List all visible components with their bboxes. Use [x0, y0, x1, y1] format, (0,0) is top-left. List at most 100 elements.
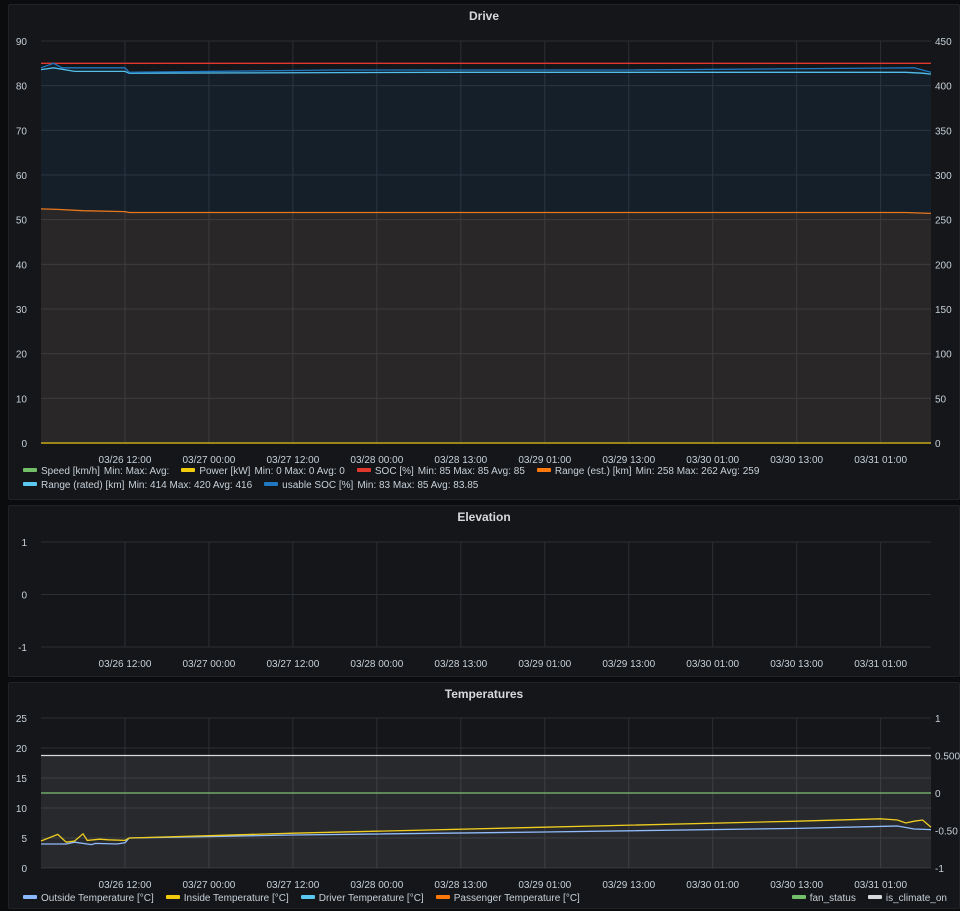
temperatures-legend-item-inside-temperature-c[interactable]: Inside Temperature [°C] [165, 892, 289, 906]
temperatures-area-is-climate-on [41, 755, 931, 868]
temperatures-y2-tick-label: -1 [935, 864, 944, 875]
temperatures-y-tick-label: 5 [21, 834, 27, 845]
temperatures-legend-item-passenger-temperature-c[interactable]: Passenger Temperature [°C] [435, 892, 580, 906]
elevation-x-tick-label: 03/29 01:00 [518, 659, 571, 670]
temperatures-x-tick-label: 03/31 01:00 [854, 880, 907, 891]
legend-label: is_climate_on [885, 893, 947, 904]
drive-y2-tick-label: 100 [935, 350, 952, 361]
legend-label: Speed [km/h] [41, 466, 100, 477]
temperatures-x-tick-label: 03/28 13:00 [434, 880, 487, 891]
legend-stats: Min: 414 Max: 420 Avg: 416 [128, 480, 253, 491]
drive-y2-tick-label: 150 [935, 305, 952, 316]
drive-legend-item-usable-soc[interactable]: usable SOC [%] Min: 83 Max: 85 Avg: 83.85 [264, 479, 478, 493]
temperatures-x-tick-label: 03/27 00:00 [183, 880, 236, 891]
temperatures-y2-tick-label: 1 [935, 714, 941, 725]
legend-label: Outside Temperature [°C] [41, 893, 154, 904]
temperatures-x-tick-label: 03/29 13:00 [602, 880, 655, 891]
legend-label: Range (rated) [km] [41, 480, 125, 491]
drive-y2-tick-label: 400 [935, 82, 952, 93]
drive-chart: 0 10 20 30 40 50 60 70 80 90 0 50 100 150 200 250 300 350… [16, 37, 952, 466]
legend-swatch [181, 468, 196, 473]
elevation-x-tick-label: 03/28 13:00 [434, 659, 487, 670]
legend-label: Driver Temperature [°C] [318, 893, 424, 904]
temperatures-x-tick-label: 03/30 13:00 [770, 880, 823, 891]
legend-swatch [536, 468, 551, 473]
legend-stats: Min: 85 Max: 85 Avg: 85 [417, 466, 525, 477]
elevation-x-tick-label: 03/30 01:00 [686, 659, 739, 670]
drive-y-tick-label: 40 [16, 260, 28, 271]
drive-panel: Drive 0 10 20 30 40 50 60 70 80 90 0 50 100 150 200 250… [8, 4, 960, 500]
legend-swatch [300, 895, 315, 900]
drive-legend: Speed [km/h] Min: Max: Avg: Power [kW] Min:… [23, 465, 953, 493]
drive-y-tick-label: 60 [16, 171, 28, 182]
temperatures-x-tick-label: 03/28 00:00 [350, 880, 403, 891]
elevation-panel: Elevation -1 0 1 03/26 12:00 03/27 00:00 03/2… [8, 505, 960, 677]
legend-label: Passenger Temperature [°C] [453, 893, 580, 904]
legend-stats: Min: 0 Max: 0 Avg: 0 [254, 466, 345, 477]
drive-y-tick-label: 50 [16, 216, 28, 227]
elevation-x-tick-label: 03/27 00:00 [183, 659, 236, 670]
temperatures-y-tick-label: 0 [21, 864, 27, 875]
drive-y-tick-label: 20 [16, 350, 28, 361]
temperatures-y-tick-label: 15 [16, 774, 28, 785]
temperatures-legend-item-is-climate-on[interactable]: is_climate_on [867, 892, 947, 906]
drive-legend-item-range-rated-km[interactable]: Range (rated) [km] Min: 414 Max: 420 Avg:… [23, 479, 252, 493]
drive-y2-tick-label: 0 [935, 439, 941, 450]
temperatures-y2-tick-label: 0 [935, 789, 941, 800]
elevation-x-tick-label: 03/29 13:00 [602, 659, 655, 670]
elevation-x-tick-label: 03/28 00:00 [350, 659, 403, 670]
legend-swatch [356, 468, 371, 473]
legend-swatch [23, 895, 37, 900]
elevation-y-tick-label: -1 [18, 643, 27, 654]
temperatures-panel: Temperatures 0 5 10 15 20 25 -1 -0.50 0 0.500 1 03/… [8, 682, 960, 909]
legend-swatch [165, 895, 180, 900]
temperatures-y-tick-label: 20 [16, 744, 28, 755]
legend-swatch [791, 895, 806, 900]
drive-legend-item-speed-km-h[interactable]: Speed [km/h] Min: Max: Avg: [23, 465, 169, 479]
drive-y-tick-label: 80 [16, 82, 28, 93]
temperatures-legend-item-driver-temperature-c[interactable]: Driver Temperature [°C] [300, 892, 424, 906]
temperatures-y-tick-label: 10 [16, 804, 28, 815]
drive-y-tick-label: 10 [16, 394, 28, 405]
drive-y2-tick-label: 50 [935, 394, 947, 405]
legend-swatch [23, 482, 37, 487]
legend-swatch [264, 482, 279, 487]
elevation-y-tick-label: 0 [21, 591, 27, 602]
drive-area-usable-soc [41, 63, 931, 444]
legend-swatch [435, 895, 450, 900]
temperatures-y-tick-label: 25 [16, 714, 28, 725]
legend-label: usable SOC [%] [282, 480, 354, 491]
legend-label: fan_status [809, 893, 856, 904]
drive-y2-tick-label: 200 [935, 260, 952, 271]
legend-label: Power [kW] [199, 466, 251, 477]
temperatures-legend: Outside Temperature [°C] Inside Temperatu… [23, 892, 592, 906]
temperatures-legend-right: fan_status is_climate_on [791, 892, 959, 906]
temperatures-legend-item-fan-status[interactable]: fan_status [791, 892, 856, 906]
drive-y-tick-label: 30 [16, 305, 28, 316]
legend-stats: Min: Max: Avg: [103, 466, 170, 477]
temperatures-chart: 0 5 10 15 20 25 -1 -0.50 0 0.500 1 03/26 12:00 03/27… [16, 714, 960, 891]
temperatures-x-tick-label: 03/26 12:00 [99, 880, 152, 891]
temperatures-x-tick-label: 03/30 01:00 [686, 880, 739, 891]
elevation-y-tick-label: 1 [21, 538, 27, 549]
temperatures-y2-tick-label: 0.500 [935, 752, 960, 763]
legend-label: Inside Temperature [°C] [183, 893, 289, 904]
drive-legend-item-soc[interactable]: SOC [%] Min: 85 Max: 85 Avg: 85 [356, 465, 525, 479]
drive-y2-tick-label: 300 [935, 171, 952, 182]
elevation-chart: -1 0 1 03/26 12:00 03/27 00:00 03/27 12:00 03/… [18, 538, 931, 670]
elevation-x-tick-label: 03/26 12:00 [99, 659, 152, 670]
legend-swatch [867, 895, 882, 900]
drive-legend-item-power-kw[interactable]: Power [kW] Min: 0 Max: 0 Avg: 0 [181, 465, 345, 479]
temperatures-y2-tick-label: -0.50 [935, 827, 958, 838]
elevation-x-tick-label: 03/30 13:00 [770, 659, 823, 670]
elevation-x-tick-label: 03/27 12:00 [266, 659, 319, 670]
elevation-x-tick-label: 03/31 01:00 [854, 659, 907, 670]
drive-y2-tick-label: 250 [935, 216, 952, 227]
drive-legend-item-range-est-km[interactable]: Range (est.) [km] Min: 258 Max: 262 Avg: … [536, 465, 760, 479]
legend-stats: Min: 258 Max: 262 Avg: 259 [635, 466, 760, 477]
drive-y2-tick-label: 450 [935, 37, 952, 48]
temperatures-legend-item-outside-temperature-c[interactable]: Outside Temperature [°C] [23, 892, 154, 906]
legend-label: Range (est.) [km] [554, 466, 632, 477]
temperatures-x-tick-label: 03/27 12:00 [266, 880, 319, 891]
legend-label: SOC [%] [374, 466, 414, 477]
